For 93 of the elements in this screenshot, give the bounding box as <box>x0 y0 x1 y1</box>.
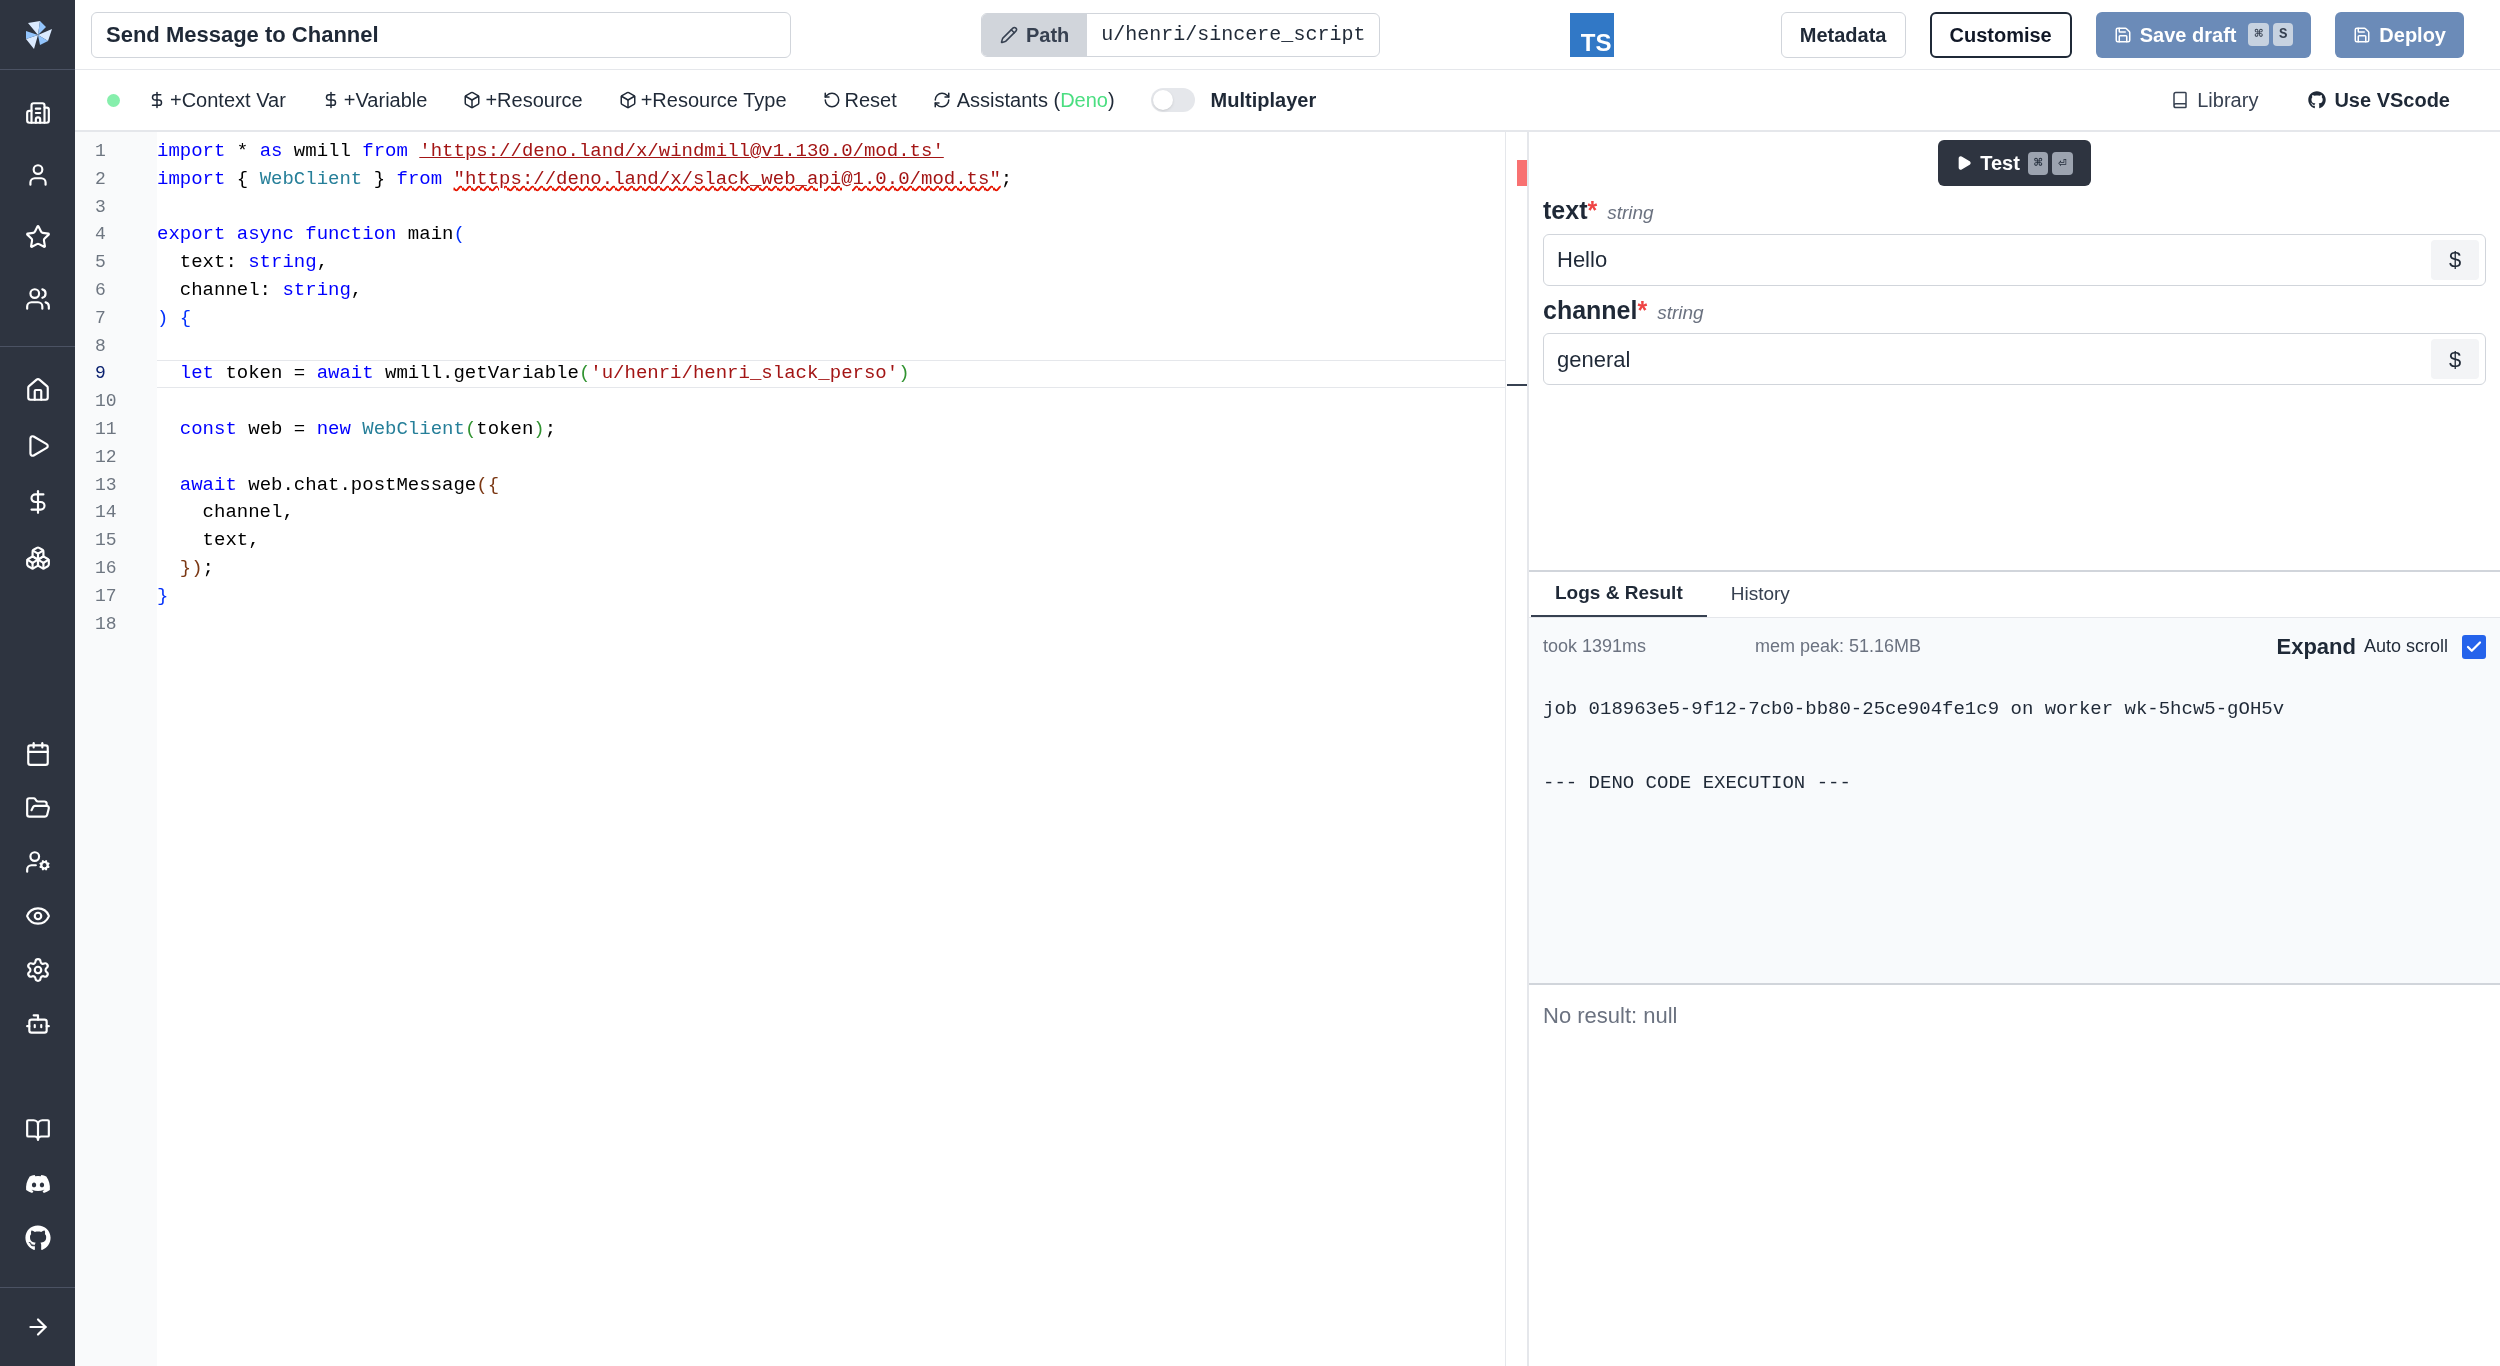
code-line: await web.chat.postMessage({ <box>178 472 500 498</box>
line-number: 16 <box>94 556 118 580</box>
dollar-button[interactable]: $ <box>2431 239 2479 280</box>
toolbar-button[interactable]: +Variable <box>321 85 428 115</box>
line-number: 7 <box>94 306 107 330</box>
save-icon <box>2113 25 2132 44</box>
code-line: }); <box>178 555 214 581</box>
star-icon[interactable] <box>24 224 51 250</box>
toggle-label: Multiplayer <box>1210 88 1317 113</box>
code-line: export async function main( <box>157 222 465 248</box>
robot-icon[interactable] <box>24 1011 51 1037</box>
toolbar-button[interactable]: Library <box>2171 85 2259 115</box>
play-icon <box>1956 155 1973 171</box>
calendar-icon[interactable] <box>24 741 51 767</box>
button[interactable]: Customise <box>1929 11 2072 58</box>
primary-button[interactable]: Save draft ⌘ S <box>2095 11 2312 58</box>
book-icon <box>2171 91 2190 109</box>
tab[interactable]: History <box>1706 572 1814 617</box>
argument-field[interactable]: Hello $ <box>1543 233 2486 286</box>
assistants-button[interactable]: Assistants (Deno) <box>932 85 1115 115</box>
argument-type: string <box>1657 300 1704 325</box>
dollar-button[interactable]: $ <box>2431 339 2479 379</box>
line-number: 11 <box>94 417 118 441</box>
result-text: No result: null <box>1543 1003 1678 1028</box>
folder-icon[interactable] <box>24 795 51 821</box>
undo-icon <box>822 91 841 109</box>
log-line: --- DENO CODE EXECUTION --- <box>1543 771 1852 796</box>
toolbar-button[interactable]: +Resource Type <box>618 85 787 115</box>
path-field[interactable]: Path u/henri/sincere_script <box>981 12 1381 57</box>
users-icon[interactable] <box>24 286 51 312</box>
key-hint: ⌘ <box>2027 151 2049 175</box>
building-icon[interactable] <box>24 100 51 126</box>
toolbar-button[interactable]: Reset <box>822 85 897 115</box>
settings-icon[interactable] <box>24 957 51 983</box>
github-icon[interactable] <box>24 1225 51 1251</box>
line-number: 18 <box>94 612 118 636</box>
argument-label: text* <box>1543 195 1598 226</box>
boxes-icon[interactable] <box>24 545 51 571</box>
line-number: 5 <box>94 251 107 275</box>
line-number: 12 <box>94 445 118 469</box>
path-value: u/henri/sincere_script <box>1100 21 1367 48</box>
typescript-logo: TS <box>1570 12 1615 57</box>
code-line: ) { <box>157 305 192 331</box>
line-number: 13 <box>94 473 118 497</box>
log-line: job 018963e5-9f12-7cb0-bb80-25ce904fe1c9 on worker wk-5hcw5-gOH5v <box>1543 697 2286 722</box>
auto-scroll-checkbox[interactable] <box>2462 634 2486 659</box>
code-line: } <box>157 583 169 609</box>
code-line: channel: string, <box>178 278 363 303</box>
code-line: text: string, <box>178 250 329 276</box>
save-icon <box>2353 25 2372 44</box>
line-number: 17 <box>94 584 118 608</box>
code-line: channel, <box>201 500 294 526</box>
multiplayer-toggle[interactable] <box>1150 88 1195 112</box>
key-hint: ⌘ <box>2248 23 2269 46</box>
key-hint: S <box>2272 23 2294 46</box>
line-number: 8 <box>94 334 107 358</box>
code-line: import * as wmill from 'https://deno.land/x/windmill@v1.130.0/mod.ts' <box>157 139 944 164</box>
line-number: 6 <box>94 279 107 302</box>
expand-button[interactable]: Expand <box>2276 630 2356 663</box>
code-line: text, <box>201 528 260 554</box>
line-number: 2 <box>94 167 107 191</box>
line-number: 15 <box>94 529 118 553</box>
code-line: const web = new WebClient(token); <box>178 416 557 442</box>
argument-type: string <box>1607 201 1654 225</box>
argument-label: channel* <box>1543 294 1648 326</box>
line-number: 10 <box>94 390 118 414</box>
toolbar-button[interactable]: Use VScode <box>2308 85 2450 115</box>
test-button[interactable]: Test ⌘ ⏎ <box>1938 140 2091 186</box>
pencil-icon <box>1000 25 1018 44</box>
memory-text: mem peak: 51.16MB <box>1755 635 1922 658</box>
path-button[interactable]: Path <box>982 13 1088 56</box>
line-number: 14 <box>94 501 118 525</box>
button[interactable]: Metadata <box>1780 11 1906 58</box>
code-line: let token = await wmill.getVariable('u/henri/henri_slack_perso') <box>178 361 910 387</box>
line-number: 1 <box>94 140 107 163</box>
line-number: 9 <box>94 362 107 386</box>
cube-icon <box>463 91 482 109</box>
refresh-icon <box>932 91 951 109</box>
home-icon[interactable] <box>24 377 51 403</box>
line-number: 4 <box>94 223 107 247</box>
title-field[interactable]: Send Message to Channel <box>91 11 791 58</box>
toolbar-button[interactable]: +Resource <box>463 85 583 115</box>
duration-text: took 1391ms <box>1543 635 1648 658</box>
toolbar-button[interactable]: +Context Var <box>148 85 286 115</box>
users-gear-icon[interactable] <box>24 849 51 875</box>
code-line: import { WebClient } from "https://deno.land/x/slack_web_api@1.0.0/mod.ts"; <box>157 166 1013 192</box>
key-hint: ⏎ <box>2052 151 2073 175</box>
github-icon <box>2308 91 2327 109</box>
cube-icon <box>618 91 637 109</box>
book-icon[interactable] <box>24 1117 51 1143</box>
line-number: 3 <box>94 195 107 219</box>
argument-field[interactable]: general $ <box>1543 333 2486 385</box>
checkbox-label: Auto scroll <box>2363 635 2448 658</box>
